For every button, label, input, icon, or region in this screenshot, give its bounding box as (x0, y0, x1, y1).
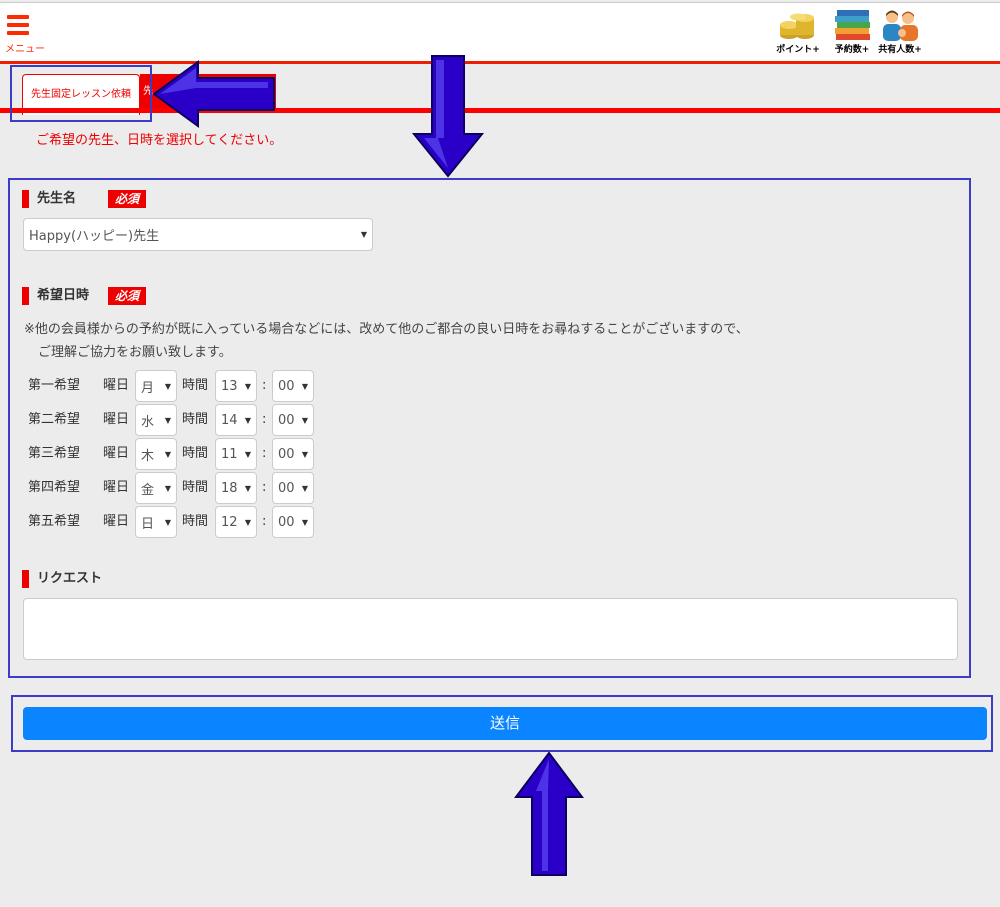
hamburger-icon-bar (7, 23, 29, 27)
annotation-box-submit (11, 695, 993, 752)
shared-people-label: 共有人数+ (878, 45, 922, 55)
arrow-up-icon (514, 751, 584, 876)
annotation-box-form (8, 178, 971, 678)
menu-button[interactable]: メニュー (5, 13, 45, 55)
top-header: メニュー ポイント+ 予約数+ 共有人数+ (0, 2, 1000, 64)
points-label: ポイント+ (776, 45, 820, 55)
hamburger-icon (7, 15, 29, 19)
shared-people-button[interactable]: 共有人数+ (874, 9, 926, 59)
arrow-left-icon (152, 60, 275, 128)
reservations-label: 予約数+ (834, 45, 870, 55)
arrow-down-icon (411, 55, 485, 178)
menu-label: メニュー (5, 44, 45, 55)
instruction-text: ご希望の先生、日時を選択してください。 (36, 133, 283, 148)
reservations-button[interactable]: 予約数+ (826, 9, 878, 59)
people-icon (883, 10, 918, 41)
books-icon (835, 10, 870, 40)
hamburger-icon-bar (7, 31, 29, 35)
points-button[interactable]: ポイント+ (772, 9, 824, 59)
annotation-box-tab (10, 65, 152, 122)
coins-icon (780, 13, 814, 39)
